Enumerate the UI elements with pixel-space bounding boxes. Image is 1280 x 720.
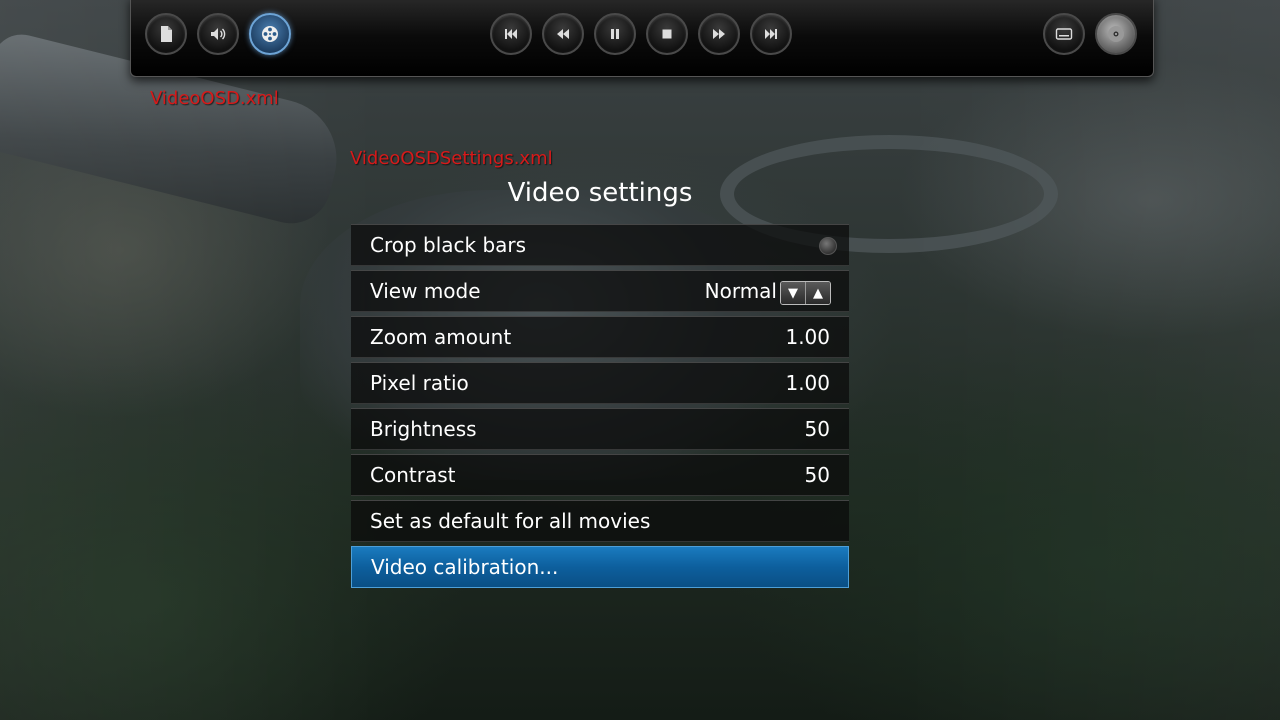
setting-video-calibration-button[interactable]: Video calibration... [351,546,849,588]
volume-button[interactable] [197,13,239,55]
fast-forward-icon [713,29,725,39]
disc-icon [1108,26,1124,42]
dialog-title: Video settings [507,178,693,208]
skip-previous-icon [505,29,517,39]
setting-label: Zoom amount [370,325,512,349]
setting-label: View mode [370,279,481,303]
document-icon [161,26,172,42]
setting-label: Pixel ratio [370,371,469,395]
setting-brightness[interactable]: Brightness 50 [351,408,849,450]
osd-control-bar [130,0,1154,77]
video-settings-button[interactable] [249,13,291,55]
video-player-screen: VideoOSD.xml VideoOSDSettings.xml Video … [0,0,1280,720]
video-settings-list: Crop black bars View mode Normal ▼ ▲ Zoo… [351,224,849,592]
pause-button[interactable] [594,13,636,55]
setting-set-default-button[interactable]: Set as default for all movies [351,500,849,542]
subtitles-icon [1055,28,1073,40]
pause-icon [611,29,619,39]
rewind-button[interactable] [542,13,584,55]
subtitles-button[interactable] [1043,13,1085,55]
setting-value: Normal [704,279,777,303]
setting-value: 50 [804,463,830,487]
skip-next-button[interactable] [750,13,792,55]
setting-label: Set as default for all movies [370,509,651,533]
spin-up-button[interactable]: ▲ [805,282,830,304]
spin-down-button[interactable]: ▼ [781,282,805,304]
skip-next-icon [765,29,777,39]
setting-label: Contrast [370,463,456,487]
setting-pixel-ratio[interactable]: Pixel ratio 1.00 [351,362,849,404]
setting-value: 1.00 [785,371,830,395]
fast-forward-button[interactable] [698,13,740,55]
setting-crop-black-bars[interactable]: Crop black bars [351,224,849,266]
spin-control: ▼ ▲ [780,281,831,305]
document-button[interactable] [145,13,187,55]
film-reel-icon [262,26,278,42]
volume-icon [211,28,226,40]
osd-skin-file-label: VideoOSD.xml [150,88,279,109]
setting-contrast[interactable]: Contrast 50 [351,454,849,496]
stop-icon [662,29,672,39]
setting-zoom-amount[interactable]: Zoom amount 1.00 [351,316,849,358]
setting-view-mode[interactable]: View mode Normal ▼ ▲ [351,270,849,312]
setting-value: 50 [804,417,830,441]
stop-button[interactable] [646,13,688,55]
skip-previous-button[interactable] [490,13,532,55]
setting-value: 1.00 [785,325,830,349]
setting-label: Crop black bars [370,233,527,257]
rewind-icon [557,29,569,39]
setting-label: Video calibration... [371,555,559,579]
settings-skin-file-label: VideoOSDSettings.xml [350,148,553,169]
disc-button[interactable] [1095,13,1137,55]
setting-label: Brightness [370,417,477,441]
radio-toggle-icon[interactable] [819,237,837,255]
